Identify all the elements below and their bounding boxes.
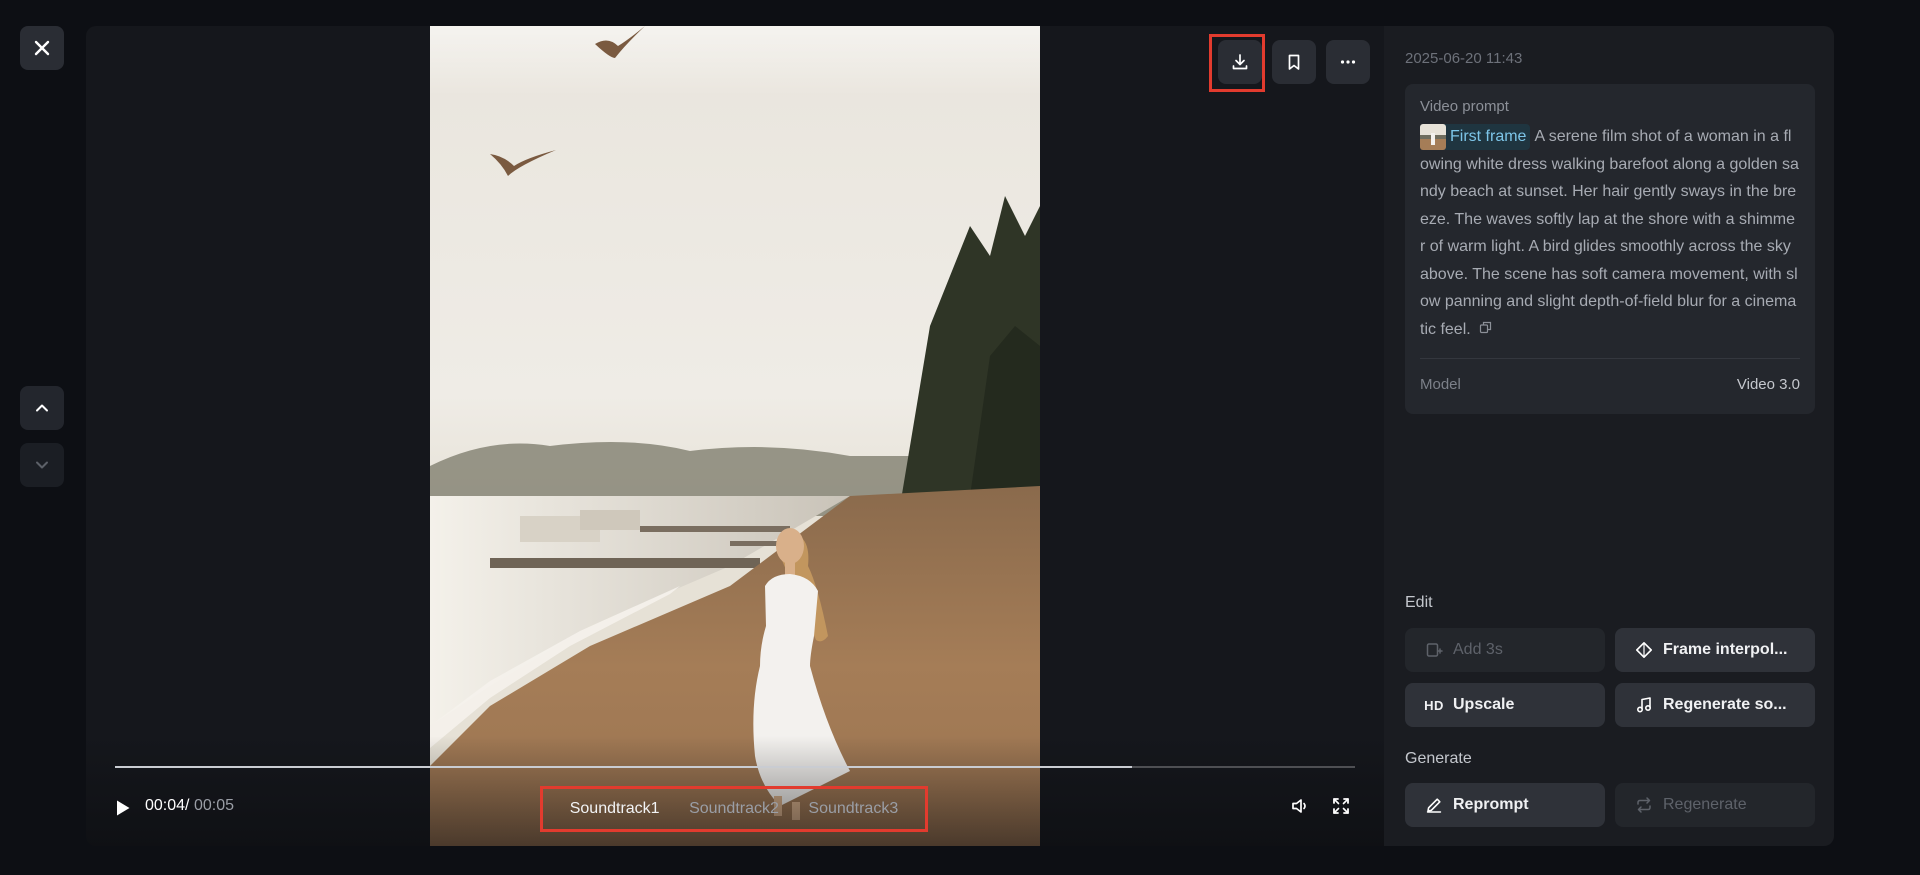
frame-interpolation-button[interactable]: Frame interpol... <box>1615 628 1815 672</box>
soundtrack-option-1[interactable]: Soundtrack1 <box>570 800 660 818</box>
beach-video-image <box>430 26 1040 846</box>
prompt-divider <box>1420 358 1800 359</box>
more-button[interactable] <box>1326 40 1370 84</box>
chevron-down-icon <box>36 461 48 469</box>
pencil-icon <box>1425 796 1443 814</box>
fullscreen-icon <box>1333 798 1349 814</box>
model-value: Video 3.0 <box>1736 376 1800 393</box>
repeat-icon <box>1635 796 1653 814</box>
edit-section-label: Edit <box>1405 594 1433 611</box>
regenerate-sound-button[interactable]: Regenerate so... <box>1615 683 1815 727</box>
soundtrack-selector: Soundtrack1 Soundtrack2 Soundtrack3 <box>540 786 928 832</box>
volume-icon <box>1292 799 1306 813</box>
model-label: Model <box>1420 376 1461 393</box>
add-3s-label: Add 3s <box>1453 641 1503 658</box>
current-time: 00:04 <box>145 797 186 814</box>
more-icon <box>1340 60 1356 64</box>
copy-icon[interactable] <box>1479 316 1492 344</box>
hd-icon: HD <box>1424 697 1444 713</box>
bookmark-button[interactable] <box>1272 40 1316 84</box>
video-viewer: 00:04/ 00:05 Soundtrack1 Soundtrack2 Sou… <box>86 26 1384 846</box>
reprompt-label: Reprompt <box>1453 796 1529 813</box>
download-highlight-box <box>1209 34 1265 92</box>
progress-fill <box>115 766 1132 768</box>
regenerate-label: Regenerate <box>1663 796 1747 813</box>
prompt-label: Video prompt <box>1420 98 1509 115</box>
bookmark-icon <box>1288 54 1300 70</box>
fullscreen-button[interactable] <box>1331 796 1351 821</box>
prompt-text: A serene film shot of a woman in a flowi… <box>1420 128 1799 338</box>
music-note-icon <box>1635 696 1653 714</box>
model-row: Model Video 3.0 <box>1420 376 1800 393</box>
chevron-up-icon <box>36 404 48 412</box>
total-time: 00:05 <box>193 797 234 814</box>
first-frame-label: First frame <box>1450 128 1527 146</box>
upscale-label: Upscale <box>1453 696 1515 713</box>
close-icon <box>34 40 50 56</box>
prompt-text-block: First frame A serene film shot of a woma… <box>1420 123 1800 343</box>
add-3s-button[interactable]: Add 3s <box>1405 628 1605 672</box>
regenerate-button[interactable]: Regenerate <box>1615 783 1815 827</box>
progress-bar[interactable] <box>115 766 1355 768</box>
time-display: 00:04/ 00:05 <box>145 797 234 815</box>
previous-button[interactable] <box>20 386 64 430</box>
first-frame-thumbnail <box>1420 123 1446 150</box>
diamond-icon <box>1635 641 1653 659</box>
first-frame-chip[interactable]: First frame <box>1420 123 1531 150</box>
add-clip-icon <box>1425 641 1443 659</box>
details-panel: 2025-06-20 11:43 Video prompt First fram… <box>1384 26 1834 846</box>
video-frame[interactable] <box>430 26 1040 846</box>
upscale-button[interactable]: HD Upscale <box>1405 683 1605 727</box>
generate-section-label: Generate <box>1405 750 1472 767</box>
created-date: 2025-06-20 11:43 <box>1405 50 1523 67</box>
play-icon <box>117 800 130 816</box>
close-button[interactable] <box>20 26 64 70</box>
frame-interpolation-label: Frame interpol... <box>1663 641 1788 658</box>
soundtrack-option-3[interactable]: Soundtrack3 <box>808 800 898 818</box>
prompt-card: Video prompt First frame A serene film s… <box>1405 84 1815 414</box>
play-button[interactable] <box>115 796 135 820</box>
regenerate-sound-label: Regenerate so... <box>1663 696 1787 713</box>
volume-button[interactable] <box>1290 796 1310 821</box>
next-button[interactable] <box>20 443 64 487</box>
soundtrack-option-2[interactable]: Soundtrack2 <box>689 800 779 818</box>
reprompt-button[interactable]: Reprompt <box>1405 783 1605 827</box>
time-separator: / <box>185 797 190 814</box>
